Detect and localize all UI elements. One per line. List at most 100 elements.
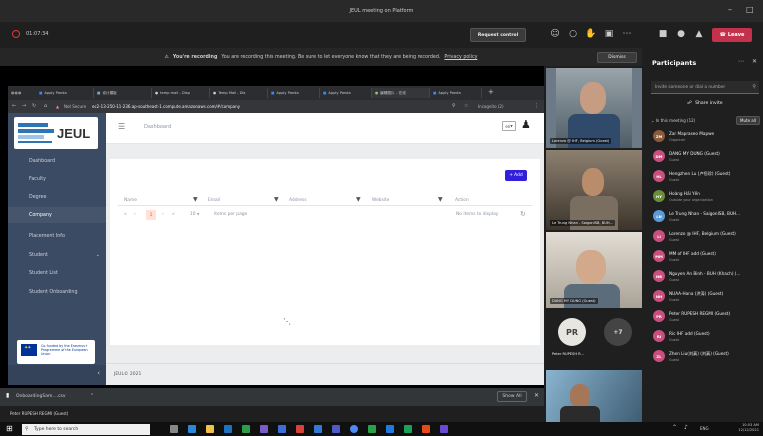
- video-tile[interactable]: DANG MY DUNG (Guest): [546, 232, 642, 308]
- participants-icon[interactable]: ☺: [548, 26, 562, 42]
- nav-company[interactable]: Company: [8, 207, 106, 223]
- column-website[interactable]: Website: [372, 194, 390, 206]
- more-participants-badge[interactable]: +7: [604, 318, 632, 346]
- filter-icon[interactable]: ▼: [356, 196, 361, 203]
- system-tray-icon[interactable]: ⌃: [672, 424, 677, 431]
- reactions-icon[interactable]: ✋: [584, 26, 598, 42]
- nav-dashboard[interactable]: Dashboard: [8, 153, 106, 169]
- video-tile[interactable]: PR +7 Peter RUPESH R...: [546, 312, 642, 366]
- filter-icon[interactable]: ▼: [193, 196, 198, 203]
- column-address[interactable]: Address: [289, 194, 307, 206]
- browser-tab[interactable]: ● temp mail - Disp: [152, 88, 210, 98]
- invite-input[interactable]: Invite someone or dial a number ⚲: [651, 81, 759, 94]
- last-page-icon[interactable]: »: [172, 212, 175, 217]
- clock[interactable]: 10:53 AM 12/12/2021: [738, 423, 759, 432]
- chevron-up-icon[interactable]: ⌃: [90, 393, 94, 399]
- participant-row[interactable]: ZM Zar Mapraseo Mapwe Organizer: [651, 128, 763, 148]
- video-tile[interactable]: Le Trung Nhan - SaigonISB, BUH...: [546, 150, 642, 230]
- browser-tab[interactable]: ■ Apply Panda: [320, 88, 372, 98]
- app-icon[interactable]: [296, 425, 304, 433]
- download-item[interactable]: OnboardingSam....csv: [16, 394, 66, 399]
- share-screen-icon[interactable]: ▲: [692, 26, 706, 42]
- incognito-label[interactable]: Incognito (2): [478, 104, 504, 109]
- chrome-icon[interactable]: [350, 425, 358, 433]
- edge-icon[interactable]: [188, 425, 196, 433]
- sidebar-collapse[interactable]: ‹: [8, 365, 106, 385]
- filter-icon[interactable]: ▼: [274, 196, 279, 203]
- home-icon[interactable]: ⌂: [44, 103, 47, 109]
- chat-icon[interactable]: ○: [566, 26, 580, 42]
- participant-row[interactable]: NH NUAA-Hana (洪涛) (Guest) Guest: [651, 288, 763, 308]
- column-email[interactable]: Email: [208, 194, 220, 206]
- column-name[interactable]: Name: [124, 194, 137, 206]
- nav-placement-info[interactable]: Placement Info: [8, 228, 106, 244]
- url-field[interactable]: ec2-13-250-11-236.ap-southeast-1.compute…: [92, 104, 240, 109]
- app-icon[interactable]: [278, 425, 286, 433]
- close-panel-icon[interactable]: ✕: [752, 58, 757, 65]
- participant-row[interactable]: HY Hoàng Hải Yến Outside your organization: [651, 188, 763, 208]
- breadcrumb[interactable]: Dashboard: [144, 124, 171, 130]
- prev-page-icon[interactable]: ‹: [134, 212, 136, 217]
- add-company-button[interactable]: + Add: [505, 170, 527, 181]
- self-video-tile[interactable]: [546, 370, 642, 422]
- participant-row[interactable]: NB Nguyen An Binh - BUH (Khach) (... Guest: [651, 268, 763, 288]
- app-icon[interactable]: [404, 425, 412, 433]
- nav-faculty[interactable]: Faculty: [8, 171, 106, 187]
- hamburger-icon[interactable]: ☰: [118, 122, 125, 131]
- participant-row[interactable]: MM MM of IHF add (Guest) Guest: [651, 248, 763, 268]
- refresh-icon[interactable]: ↻: [520, 210, 526, 218]
- new-tab-icon[interactable]: +: [488, 88, 494, 96]
- privacy-policy-link[interactable]: Privacy policy: [444, 55, 477, 60]
- file-explorer-icon[interactable]: [206, 425, 214, 433]
- taskbar-search[interactable]: ⚲ Type here to search: [22, 424, 150, 435]
- user-avatar-icon[interactable]: ♟: [521, 118, 531, 131]
- filter-icon[interactable]: ▼: [438, 196, 443, 203]
- browser-tab[interactable]: ■ Apply Panda: [36, 88, 94, 98]
- next-page-icon[interactable]: ›: [162, 212, 164, 217]
- first-page-icon[interactable]: «: [124, 212, 127, 217]
- video-tile[interactable]: Lorenzo @ IHF, Belgium (Guest): [546, 68, 642, 148]
- browser-tab[interactable]: ● Temp Mail - Dis: [210, 88, 268, 98]
- in-meeting-header[interactable]: ⌄ In this meeting (12): [651, 118, 695, 123]
- browser-tab[interactable]: ■ 设计模板: [94, 88, 152, 98]
- reload-icon[interactable]: ↻: [32, 103, 36, 109]
- app-icon[interactable]: [422, 425, 430, 433]
- star-icon[interactable]: ☆: [464, 103, 468, 109]
- dismiss-button[interactable]: Dismiss: [597, 52, 637, 63]
- browser-tab[interactable]: ■ Apply Panda: [430, 88, 482, 98]
- app-icon[interactable]: [440, 425, 448, 433]
- participant-row[interactable]: LI Lorenzo @ IHF, Belgium (Guest) Guest: [651, 228, 763, 248]
- app-icon[interactable]: [314, 425, 322, 433]
- per-page-select[interactable]: 10 ▼: [190, 212, 199, 217]
- app-icon[interactable]: [386, 425, 394, 433]
- leave-button[interactable]: ☎ Leave: [712, 28, 752, 42]
- app-icon[interactable]: [242, 425, 250, 433]
- nav-student-onboarding[interactable]: Student Onboarding: [8, 284, 106, 300]
- back-icon[interactable]: ←: [12, 103, 16, 109]
- maximize-icon[interactable]: □: [746, 5, 754, 14]
- participant-row[interactable]: PR Peter RUPESH REGMI (Guest) Guest: [651, 308, 763, 328]
- browser-tab-active[interactable]: ● 编辑图片 – 在线: [372, 88, 430, 98]
- forward-icon[interactable]: →: [22, 103, 26, 109]
- teams-icon[interactable]: [332, 425, 340, 433]
- app-icon[interactable]: [368, 425, 376, 433]
- participant-row[interactable]: RI Ric IHF add (Guest) Guest: [651, 328, 763, 348]
- request-control-button[interactable]: Request control: [470, 28, 526, 42]
- camera-icon[interactable]: ■: [656, 26, 670, 42]
- close-download-icon[interactable]: ✕: [534, 392, 539, 399]
- nav-student-list[interactable]: Student List: [8, 265, 106, 281]
- mute-all-button[interactable]: Mute all: [736, 116, 760, 125]
- participant-row[interactable]: LN Le Trung Nhan - SaigonISB, BUH... Guest: [651, 208, 763, 228]
- browser-tab[interactable]: ■ Apply Panda: [268, 88, 320, 98]
- participant-row[interactable]: ZL Zhen Liu(刘真) (刘真) (Guest) Guest: [651, 348, 763, 368]
- nav-degree[interactable]: Degree: [8, 189, 106, 205]
- current-page[interactable]: 1: [146, 210, 156, 220]
- browser-menu-icon[interactable]: ⋮: [534, 103, 539, 109]
- more-actions-icon[interactable]: ⋯: [620, 26, 634, 42]
- share-invite-button[interactable]: ☍ Share invite: [654, 97, 756, 109]
- participant-row[interactable]: HL Hengzhen Lu (卢恒珍) (Guest) Guest: [651, 168, 763, 188]
- language-indicator[interactable]: ENG: [700, 426, 709, 431]
- more-options-icon[interactable]: ⋯: [738, 58, 744, 65]
- language-select[interactable]: en ▼: [502, 121, 516, 131]
- store-icon[interactable]: [224, 425, 232, 433]
